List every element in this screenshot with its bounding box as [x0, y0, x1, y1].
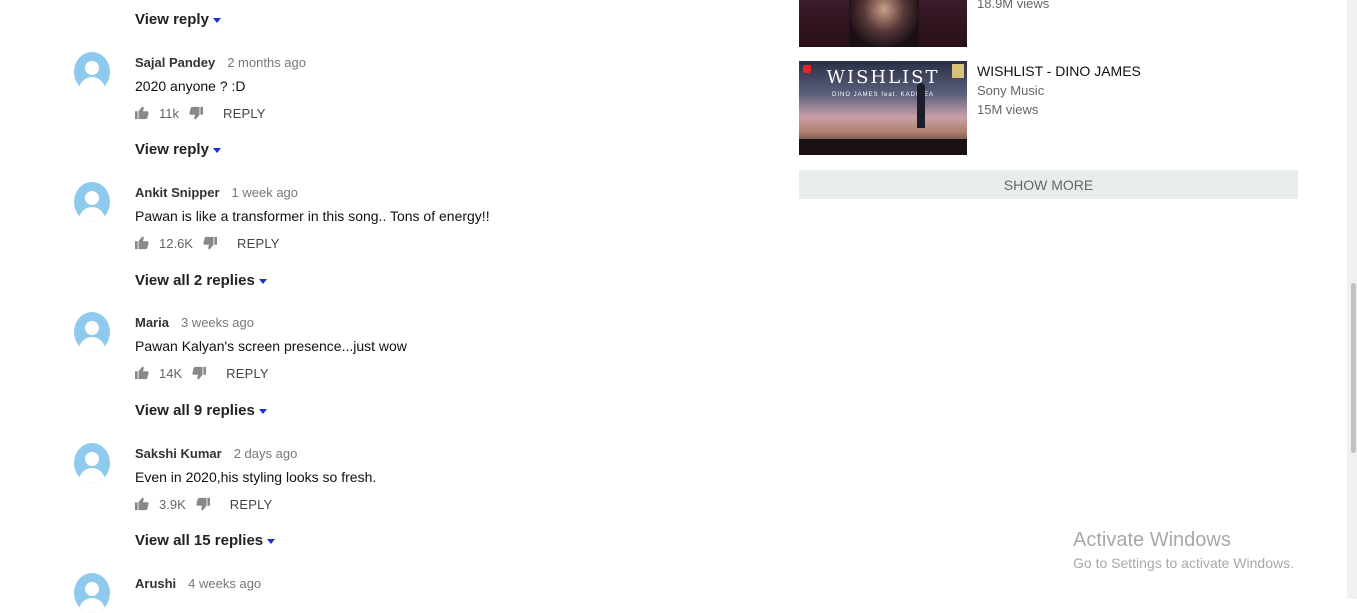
like-count: 11k [159, 105, 179, 121]
comment-text: 2020 anyone ? :D [135, 78, 246, 94]
comment-author[interactable]: Sajal Pandey 2 months ago [135, 55, 306, 70]
view-replies-label: View reply [135, 11, 209, 28]
avatar [74, 312, 110, 352]
comment-actions: 3.9K REPLY [135, 495, 272, 513]
thumbs-down-icon[interactable] [192, 366, 207, 380]
caret-down-icon [258, 278, 267, 284]
thumbs-down-icon[interactable] [189, 106, 203, 120]
thumbs-down-icon[interactable] [203, 236, 217, 250]
video-thumbnail[interactable]: WISHLIST DINO JAMES feat. KADRIEA [799, 61, 967, 155]
person-silhouette [917, 83, 925, 128]
view-replies-button[interactable]: View all 9 replies [135, 402, 267, 419]
view-replies-button[interactable]: View reply [135, 141, 221, 158]
caret-down-icon [212, 17, 221, 23]
video-views: 18.9M views [977, 0, 1050, 11]
reply-button[interactable]: REPLY [237, 236, 280, 251]
label-logo [803, 65, 811, 73]
avatar [74, 182, 110, 222]
thumbs-up-icon[interactable] [135, 236, 149, 250]
thumbs-up-icon[interactable] [135, 366, 149, 380]
like-count: 12.6K [159, 235, 193, 251]
video-views: 15M views [977, 102, 1039, 117]
view-replies-button[interactable]: View all 2 replies [135, 272, 267, 289]
comment-author[interactable]: Arushi 4 weeks ago [135, 576, 261, 591]
video-thumbnail[interactable] [799, 0, 967, 47]
comment-time: 2 months ago [227, 55, 306, 70]
view-replies-button[interactable]: View reply [135, 11, 221, 28]
comment-author[interactable]: Ankit Snipper 1 week ago [135, 185, 298, 200]
comment-author[interactable]: Maria 3 weeks ago [135, 315, 254, 330]
caret-down-icon [212, 147, 221, 153]
comment-actions: 11k REPLY [135, 104, 266, 122]
video-channel[interactable]: Sony Music [977, 83, 1044, 98]
thumbs-down-icon[interactable] [196, 497, 210, 511]
view-replies-button[interactable]: View all 15 replies [135, 532, 276, 549]
avatar [74, 573, 110, 613]
show-more-button[interactable]: SHOW MORE [799, 170, 1298, 199]
activate-windows-subtitle: Go to Settings to activate Windows. [1073, 555, 1294, 571]
comment-author[interactable]: Sakshi Kumar 2 days ago [135, 446, 297, 461]
reply-button[interactable]: REPLY [226, 366, 269, 381]
comment-text: Even in 2020,his styling looks so fresh. [135, 469, 377, 485]
comment-actions: 12.6K REPLY [135, 234, 280, 252]
video-title[interactable]: WISHLIST - DINO JAMES [977, 63, 1141, 79]
comment-time: 1 week ago [231, 185, 299, 200]
comment-text: Pawan Kalyan's screen presence...just wo… [135, 338, 407, 354]
comment-time: 4 weeks ago [188, 576, 262, 591]
reply-button[interactable]: REPLY [230, 497, 273, 512]
caret-down-icon [258, 408, 267, 414]
activate-windows-title: Activate Windows [1073, 529, 1231, 551]
like-count: 3.9K [159, 496, 186, 512]
scrollbar-thumb[interactable] [1351, 283, 1356, 453]
avatar [74, 52, 110, 92]
avatar [74, 443, 110, 483]
comment-text: Pawan is like a transformer in this song… [135, 208, 490, 224]
thumbnail-subtitle: DINO JAMES feat. KADRIEA [831, 92, 935, 98]
caret-down-icon [267, 538, 276, 544]
channel-badge [952, 64, 964, 78]
comment-time: 3 weeks ago [180, 315, 254, 330]
reply-button[interactable]: REPLY [223, 106, 266, 121]
thumbs-up-icon[interactable] [135, 106, 149, 120]
thumbnail-title: WISHLIST [826, 67, 940, 88]
like-count: 14K [159, 365, 183, 381]
thumbs-up-icon[interactable] [135, 497, 149, 511]
comment-time: 2 days ago [233, 446, 298, 461]
comment-actions: 14K REPLY [135, 364, 269, 382]
